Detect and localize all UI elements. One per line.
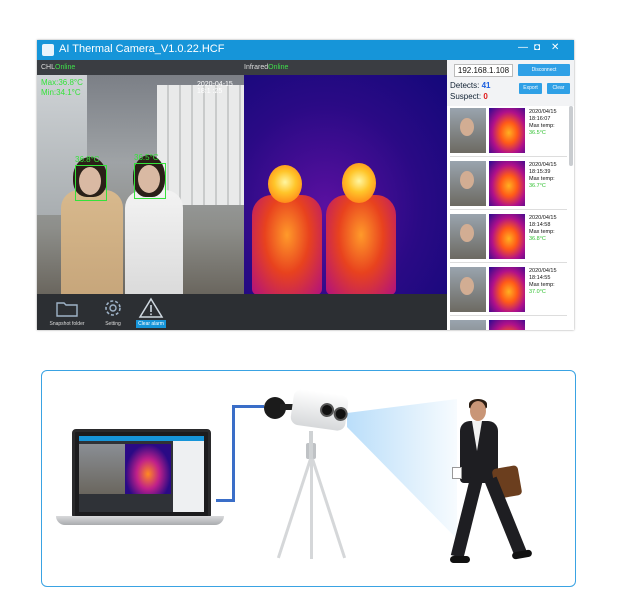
record-info: 2020/04/15 18:16:07 Max temp: 36.5°C <box>529 109 557 136</box>
minimize-button[interactable]: — <box>518 42 528 53</box>
thermal-body <box>326 195 396 294</box>
visible-camera-feed[interactable]: Max:36.8°C Min:34.1°C 2020-04-15 18:1 :2… <box>37 75 244 294</box>
face-temp-label: 36.8°C <box>75 155 100 164</box>
infrared-camera-feed[interactable] <box>244 75 447 294</box>
face-snapshot <box>450 108 486 153</box>
record-info: 2020/04/15 18:14:55 Max temp: 37.0°C <box>529 268 557 295</box>
tripod-leg <box>311 458 347 559</box>
feed-timestamp: 2020-04-15 18:1 :25 <box>197 81 233 95</box>
face-temp-label: 36.5°C <box>134 153 159 162</box>
detection-record[interactable]: 2020/04/15 18:14:58 Max temp: 36.8°C <box>450 212 567 263</box>
tripod-column <box>309 431 313 459</box>
record-info: 2020/04/15 18:14:58 Max temp: 36.8°C <box>529 215 557 242</box>
camera-field-of-view <box>347 399 457 539</box>
setup-diagram <box>41 370 576 587</box>
face-snapshot <box>450 214 486 259</box>
face-detection-box <box>134 163 166 199</box>
thermal-body <box>252 195 322 294</box>
person-left <box>61 190 123 294</box>
face-snapshot <box>450 320 486 330</box>
shoe <box>450 556 470 563</box>
title-bar: AI Thermal Camera_V1.0.22.HCF — ◘ ✕ <box>37 40 574 60</box>
thermal-camera-icon <box>289 388 350 432</box>
clear-button[interactable]: Clear <box>547 83 570 94</box>
detection-record[interactable]: 2020/04/15 18:14:55 Max temp: 37.0°C <box>450 265 567 316</box>
folder-icon <box>56 302 78 317</box>
ip-address-field[interactable]: 192.168.1.108 <box>454 64 513 77</box>
laptop-screen <box>72 429 211 519</box>
export-button[interactable]: Export <box>519 83 542 94</box>
notice-boards-background <box>157 85 244 205</box>
scrollbar[interactable] <box>569 106 573 166</box>
face-snapshot <box>450 267 486 312</box>
thermal-head <box>268 165 302 203</box>
detects-count: Detects: 41 <box>450 81 491 90</box>
min-temp-overlay: Min:34.1°C <box>41 88 81 97</box>
close-button[interactable]: ✕ <box>551 42 559 53</box>
man-head <box>470 401 486 421</box>
laptop-app-preview <box>79 436 204 512</box>
person-right <box>125 190 183 294</box>
detection-record[interactable] <box>450 318 567 330</box>
ir-status: InfraredOnline <box>244 64 289 71</box>
suspect-count: Suspect: 0 <box>450 92 488 101</box>
feed-status-bar: CHLOnline InfraredOnline <box>37 60 447 75</box>
maximize-button[interactable]: ◘ <box>534 42 540 53</box>
max-temp-overlay: Max:36.8°C <box>41 78 83 87</box>
bottom-toolbar: Snapshot folder Setting Clear alarm <box>37 294 447 330</box>
disconnect-button[interactable]: Disconnect <box>518 64 570 76</box>
thermal-head <box>342 163 376 203</box>
detection-record[interactable]: 2020/04/15 18:15:39 Max temp: 36.7°C <box>450 159 567 210</box>
laptop-base <box>56 516 224 525</box>
clear-alarm-button[interactable]: Clear alarm <box>129 297 173 328</box>
network-cable <box>232 407 235 502</box>
record-info: 2020/04/15 18:15:39 Max temp: 36.7°C <box>529 162 557 189</box>
thermal-camera-app-window: AI Thermal Camera_V1.0.22.HCF — ◘ ✕ CHLO… <box>37 40 574 330</box>
tripod-leg <box>276 458 312 559</box>
tripod-leg <box>310 459 313 559</box>
detection-panel: 192.168.1.108 Disconnect Detects: 41 Sus… <box>447 60 574 330</box>
app-logo-icon <box>42 44 54 56</box>
face-snapshot <box>450 161 486 206</box>
app-title: AI Thermal Camera_V1.0.22.HCF <box>59 43 225 55</box>
cam-status: CHLOnline <box>41 64 76 71</box>
thermal-snapshot <box>489 161 525 206</box>
detection-record[interactable]: 2020/04/15 18:16:07 Max temp: 36.5°C <box>450 106 567 157</box>
thermal-snapshot <box>489 267 525 312</box>
network-cable <box>232 405 264 408</box>
coffee-cup-icon <box>452 467 462 479</box>
thermal-snapshot <box>489 214 525 259</box>
warning-icon <box>138 297 164 318</box>
thermal-snapshot <box>489 320 525 330</box>
detection-record-list[interactable]: 2020/04/15 18:16:07 Max temp: 36.5°C 202… <box>447 106 574 330</box>
face-detection-box <box>75 165 107 201</box>
thermal-snapshot <box>489 108 525 153</box>
gear-icon <box>105 300 121 316</box>
snapshot-folder-button[interactable]: Snapshot folder <box>45 297 89 327</box>
